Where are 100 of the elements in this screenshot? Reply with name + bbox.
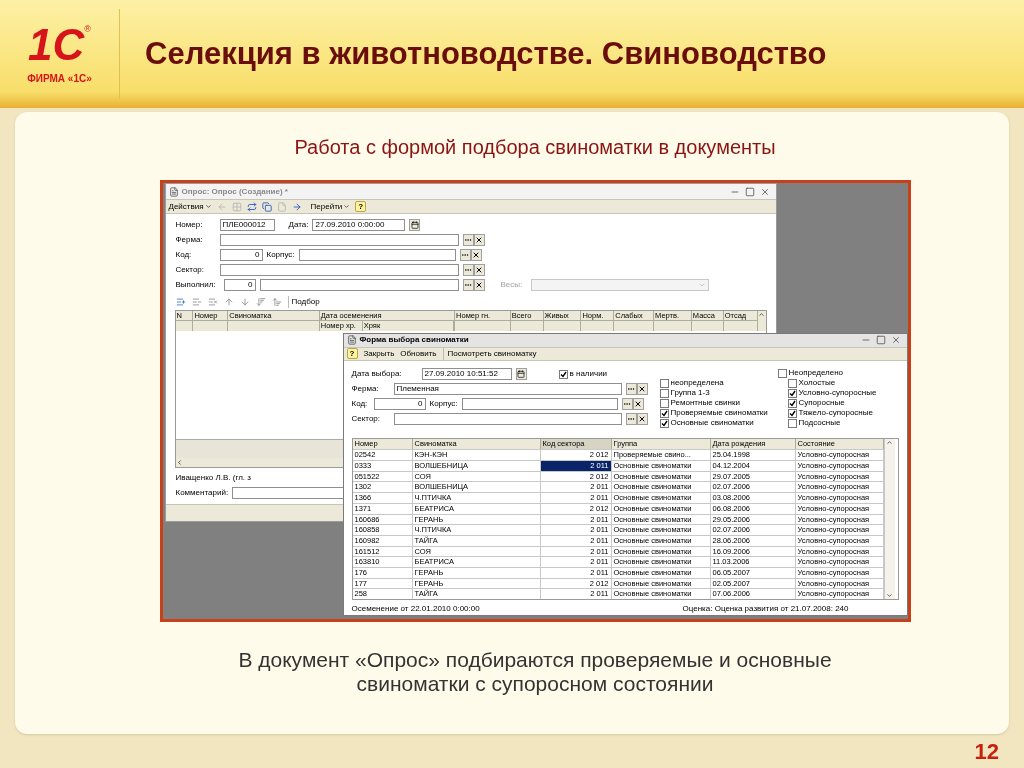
status-text: Оценка: Оценка развития от 21.07.2008: 240 (682, 603, 849, 615)
input-field[interactable] (219, 234, 459, 246)
clear-button[interactable] (636, 413, 648, 425)
checkbox-label: Ремонтные свинки (670, 397, 740, 409)
close-icon (475, 266, 483, 274)
checkbox[interactable] (777, 368, 787, 378)
arrow-right-icon[interactable] (291, 201, 302, 212)
choose-button[interactable] (625, 383, 637, 395)
close-icon[interactable] (759, 186, 770, 197)
ellipsis-icon (623, 400, 632, 408)
list-plus-icon[interactable] (175, 297, 186, 307)
toolbar-button[interactable]: Закрыть (363, 348, 395, 360)
clear-button[interactable] (632, 398, 644, 410)
checkbox-label: Проверяемые свиноматки (670, 407, 768, 419)
registered-mark: ® (84, 22, 91, 34)
checkbox[interactable] (659, 378, 669, 388)
logo-caption: ФИРМА «1С» (27, 71, 92, 86)
checkbox[interactable] (558, 369, 568, 379)
checkbox-label: Неопределено (788, 367, 844, 379)
arrow-down-icon[interactable] (239, 297, 250, 307)
choose-button[interactable] (462, 234, 474, 246)
close-icon (634, 400, 643, 408)
input-field[interactable] (298, 249, 456, 261)
sort-down-icon[interactable] (255, 297, 266, 307)
choose-button[interactable] (462, 264, 474, 276)
input-field[interactable] (232, 487, 345, 499)
copy-icon[interactable] (261, 201, 272, 212)
caret-icon (343, 203, 351, 210)
input-field[interactable]: 0 (219, 249, 263, 261)
chevron-down-icon (886, 592, 893, 599)
checkbox[interactable] (787, 398, 797, 408)
repeat-icon[interactable] (246, 201, 257, 212)
field-label: Код: (175, 249, 193, 261)
input-field[interactable]: 0 (373, 398, 426, 410)
checkbox[interactable] (787, 378, 797, 388)
input-field[interactable]: 27.09.2010 0:00:00 (312, 219, 406, 231)
sort-up-icon[interactable] (271, 297, 282, 307)
input-field[interactable] (219, 264, 459, 276)
input-field[interactable]: ПЛЕ000012 (219, 219, 275, 231)
check-icon (559, 370, 567, 378)
field-label: Сектор: (351, 413, 381, 425)
field-label: Номер: (175, 219, 204, 231)
vertical-scrollbar[interactable] (883, 439, 895, 599)
toolbar-button[interactable]: Посмотреть свиноматку (442, 348, 537, 360)
close-icon (475, 281, 483, 289)
document-icon (346, 335, 357, 346)
field-label: Выполнил: (175, 279, 217, 291)
checkbox[interactable] (659, 388, 669, 398)
clear-button[interactable] (473, 234, 485, 246)
checkbox[interactable] (659, 398, 669, 408)
clear-button[interactable] (473, 264, 485, 276)
goto-menu[interactable]: Перейти (310, 200, 351, 213)
input-field[interactable] (461, 398, 618, 410)
arrow-up-icon[interactable] (223, 297, 234, 307)
selection-button[interactable]: Подбор (287, 296, 320, 308)
help-button[interactable]: ? (355, 201, 367, 212)
ellipsis-icon (464, 266, 472, 274)
clear-button[interactable] (470, 249, 482, 261)
close-icon (475, 236, 483, 244)
ellipsis-icon (627, 385, 635, 393)
help-button[interactable]: ? (346, 348, 358, 360)
input-field[interactable]: 27.09.2010 10:51:52 (421, 368, 512, 380)
maximize-icon[interactable] (875, 335, 886, 346)
calendar-button[interactable] (409, 219, 421, 231)
window-title: Опрос: Опрос (Создание) * (181, 185, 288, 198)
choose-button[interactable] (462, 279, 474, 291)
toolbar-button[interactable]: Обновить (400, 348, 437, 360)
caret-icon (697, 281, 706, 289)
close-icon (638, 415, 646, 423)
chevron-left-icon (175, 459, 183, 466)
checkbox[interactable] (659, 418, 669, 428)
ellipsis-icon (464, 281, 472, 289)
checkbox[interactable] (787, 418, 797, 428)
horizontal-scrollbar[interactable] (175, 458, 343, 467)
input-field[interactable] (259, 279, 459, 291)
checkbox[interactable] (787, 388, 797, 398)
choose-button[interactable] (459, 249, 471, 261)
status-text: Осеменение от 22.01.2010 0:00:00 (351, 603, 480, 615)
chevron-up-icon (886, 439, 893, 447)
close-icon[interactable] (890, 335, 901, 346)
calendar-button[interactable] (515, 368, 527, 380)
field-label: Корпус: (266, 249, 295, 261)
choose-button[interactable] (625, 413, 637, 425)
input-field[interactable] (393, 413, 622, 425)
caret-icon (204, 203, 212, 210)
maximize-icon[interactable] (744, 186, 755, 197)
ellipsis-icon (461, 251, 470, 259)
page-number: 12 (974, 737, 999, 766)
clear-button[interactable] (473, 279, 485, 291)
ellipsis-icon (464, 236, 472, 244)
chevron-up-icon (758, 311, 765, 318)
choose-button[interactable] (621, 398, 633, 410)
field-label: Сектор: (175, 264, 205, 276)
checkbox[interactable] (659, 408, 669, 418)
input-field[interactable]: Племенная (393, 383, 622, 395)
field-label: Весы: (500, 279, 524, 291)
input-field[interactable]: 0 (223, 279, 256, 291)
actions-menu[interactable]: Действия (168, 200, 212, 213)
clear-button[interactable] (636, 383, 648, 395)
checkbox[interactable] (787, 408, 797, 418)
